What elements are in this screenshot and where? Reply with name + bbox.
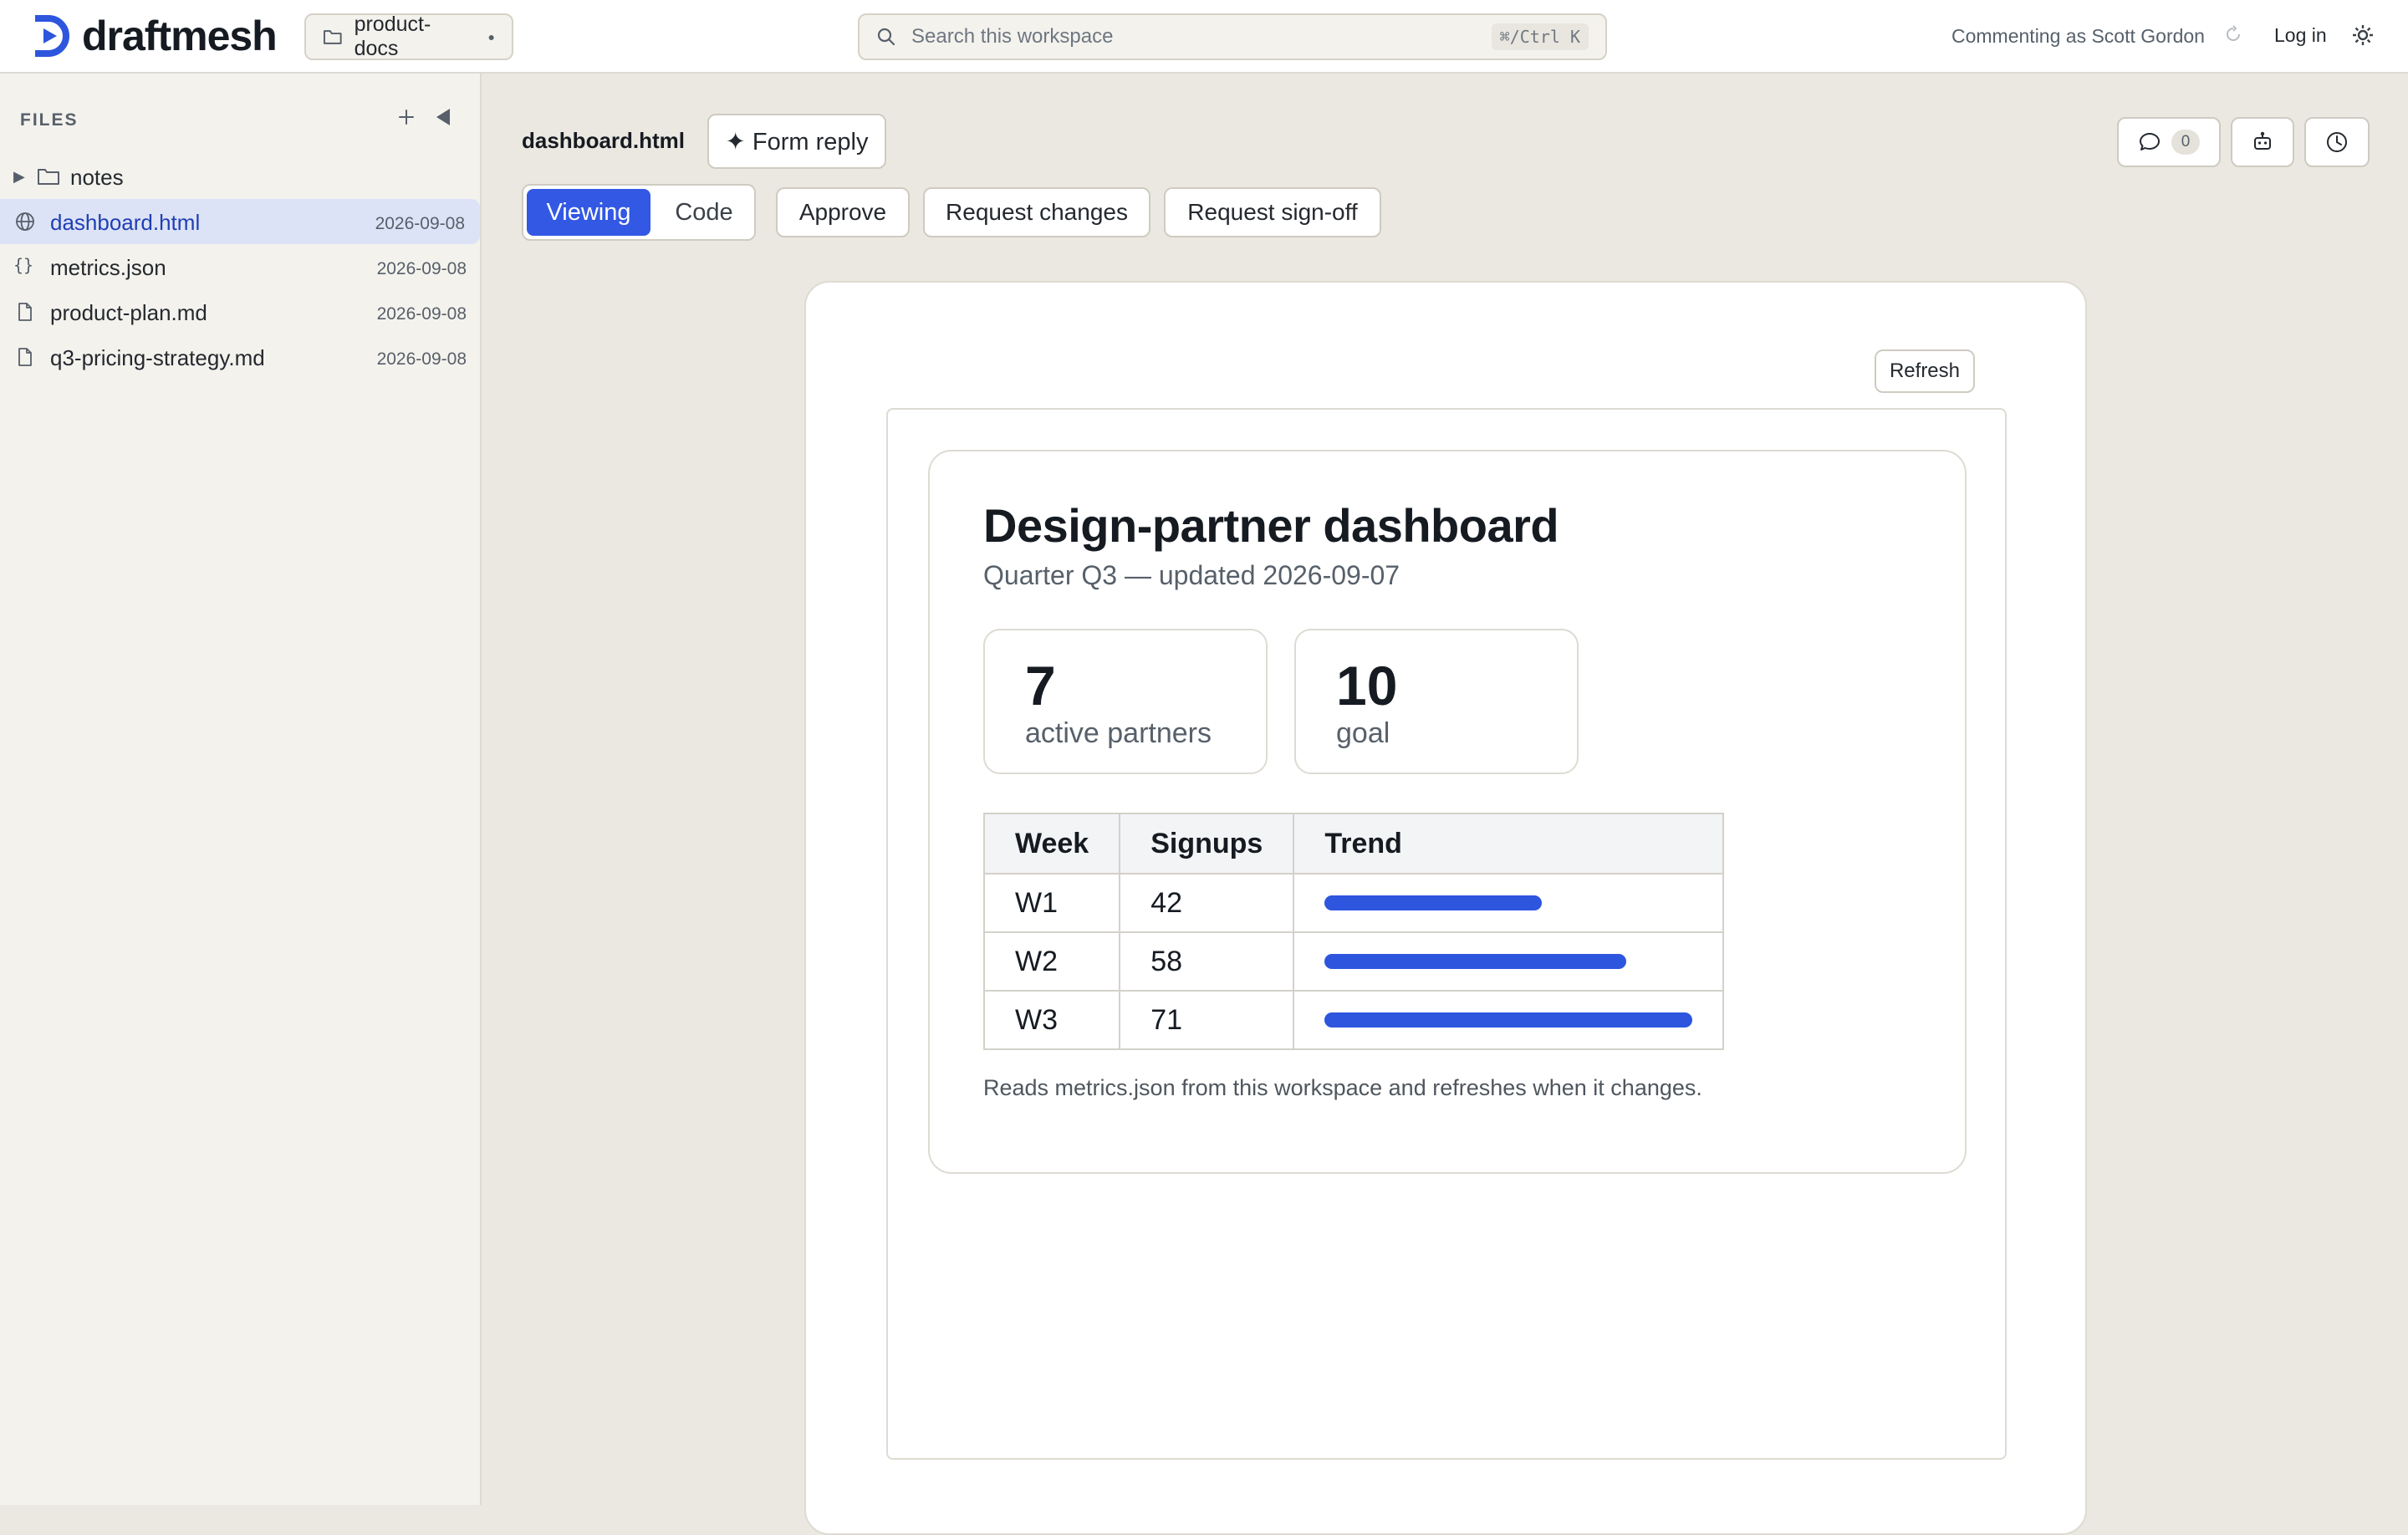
cell-signups: 71 bbox=[1119, 990, 1295, 1050]
history-button[interactable] bbox=[2304, 117, 2370, 167]
comment-count-badge: 0 bbox=[2171, 130, 2200, 155]
dashboard-subtitle: Quarter Q3 — updated 2026-09-07 bbox=[983, 560, 1400, 590]
cell-week: W3 bbox=[982, 990, 1121, 1050]
stat-value: 10 bbox=[1336, 655, 1398, 717]
request-signoff-button[interactable]: Request sign-off bbox=[1164, 187, 1381, 237]
gear-icon[interactable] bbox=[2351, 23, 2375, 47]
preview-sheet: Refresh Design-partner dashboard Quarter… bbox=[804, 281, 2087, 1535]
table-row: W3 71 bbox=[982, 990, 1725, 1050]
file-name: metrics.json bbox=[50, 255, 166, 280]
cell-week: W1 bbox=[982, 873, 1121, 933]
files-heading: FILES bbox=[20, 110, 79, 130]
expand-triangle-icon[interactable]: ▶ bbox=[13, 168, 25, 186]
file-row-q3-pricing-strategy-md[interactable]: q3-pricing-strategy.md 2026-09-08 bbox=[0, 334, 482, 380]
file-row-metrics-json[interactable]: {} metrics.json 2026-09-08 bbox=[0, 244, 482, 289]
comment-icon bbox=[2140, 133, 2160, 150]
file-icon bbox=[18, 348, 32, 366]
signups-table: Week Signups Trend W1 42 W2 58 W3 71 bbox=[982, 813, 1725, 1050]
folder-name: notes bbox=[70, 165, 124, 190]
approve-button[interactable]: Approve bbox=[776, 187, 910, 237]
viewing-tab[interactable]: Viewing bbox=[527, 189, 650, 236]
refresh-button[interactable]: Refresh bbox=[1875, 349, 1975, 393]
dashboard-card: Design-partner dashboard Quarter Q3 — up… bbox=[928, 450, 1967, 1174]
file-name: product-plan.md bbox=[50, 300, 207, 325]
workspace-selector[interactable]: product-docs ● bbox=[304, 13, 513, 60]
workspace-name: product-docs bbox=[354, 13, 431, 60]
cell-signups: 58 bbox=[1119, 931, 1295, 992]
assistant-button[interactable] bbox=[2231, 117, 2294, 167]
file-tree: ▶ notes dashboard.html 2026-09-08 {} met… bbox=[0, 154, 482, 380]
document-title: dashboard.html bbox=[522, 128, 686, 153]
folder-icon bbox=[323, 30, 342, 44]
comments-button[interactable]: 0 bbox=[2117, 117, 2221, 167]
clock-icon bbox=[2327, 132, 2347, 152]
file-date: 2026-09-08 bbox=[376, 304, 467, 324]
draftmesh-logo-icon bbox=[35, 15, 69, 57]
search-shortcut-hint: ⌘/Ctrl K bbox=[1491, 23, 1589, 50]
column-header-week: Week bbox=[982, 813, 1121, 875]
sync-spinner-icon bbox=[2227, 25, 2240, 41]
globe-icon bbox=[16, 212, 34, 231]
table-header-row: Week Signups Trend bbox=[982, 813, 1725, 875]
stat-card-active-partners: 7 active partners bbox=[983, 629, 1268, 774]
trend-bar bbox=[1324, 954, 1627, 969]
search-icon bbox=[877, 28, 895, 46]
code-tab[interactable]: Code bbox=[657, 189, 751, 236]
trend-bar bbox=[1324, 895, 1542, 910]
file-sidebar: FILES ▶ notes dashboard.html 2026-09-08 … bbox=[0, 74, 482, 1505]
cell-trend bbox=[1293, 990, 1725, 1050]
file-date: 2026-09-08 bbox=[376, 349, 467, 369]
file-row-product-plan-md[interactable]: product-plan.md 2026-09-08 bbox=[0, 289, 482, 334]
preview-frame: Design-partner dashboard Quarter Q3 — up… bbox=[886, 408, 2007, 1460]
file-icon bbox=[18, 303, 32, 321]
request-changes-button[interactable]: Request changes bbox=[923, 187, 1150, 237]
column-header-trend: Trend bbox=[1293, 813, 1725, 875]
cell-trend bbox=[1293, 873, 1725, 933]
column-header-signups: Signups bbox=[1119, 813, 1295, 875]
stat-label: active partners bbox=[1025, 717, 1212, 749]
top-bar: draftmesh product-docs ● ⌘/Ctrl K Commen… bbox=[0, 0, 2408, 74]
login-link[interactable]: Log in bbox=[2274, 24, 2327, 47]
file-row-dashboard-html[interactable]: dashboard.html 2026-09-08 bbox=[0, 199, 480, 244]
file-name: dashboard.html bbox=[50, 210, 201, 235]
form-reply-button[interactable]: ✦ Form reply bbox=[707, 114, 886, 169]
plus-icon[interactable] bbox=[393, 104, 420, 130]
stat-label: goal bbox=[1336, 717, 1390, 749]
commenting-as-label: Commenting as Scott Gordon bbox=[1951, 25, 2205, 47]
robot-icon bbox=[2254, 131, 2271, 150]
dashboard-note: Reads metrics.json from this workspace a… bbox=[983, 1075, 1702, 1100]
brand-name: draftmesh bbox=[82, 13, 278, 59]
file-name: q3-pricing-strategy.md bbox=[50, 345, 265, 370]
brand[interactable]: draftmesh bbox=[30, 12, 278, 60]
table-row: W1 42 bbox=[982, 873, 1725, 933]
file-date: 2026-09-08 bbox=[376, 259, 467, 278]
table-row: W2 58 bbox=[982, 931, 1725, 992]
stat-card-goal: 10 goal bbox=[1294, 629, 1579, 774]
view-mode-toggle: Viewing Code bbox=[522, 184, 756, 241]
collapse-sidebar-icon[interactable] bbox=[431, 105, 455, 129]
cell-week: W2 bbox=[982, 931, 1121, 992]
file-date: 2026-09-08 bbox=[375, 214, 465, 233]
cell-signups: 42 bbox=[1119, 873, 1295, 933]
folder-notes[interactable]: ▶ notes bbox=[0, 154, 482, 199]
folder-icon bbox=[38, 169, 59, 185]
cell-trend bbox=[1293, 931, 1725, 992]
chevron-down-icon: ● bbox=[487, 30, 495, 43]
search-bar[interactable]: ⌘/Ctrl K bbox=[858, 13, 1607, 60]
trend-bar bbox=[1324, 1012, 1693, 1028]
search-input[interactable] bbox=[911, 25, 1477, 48]
stat-value: 7 bbox=[1025, 655, 1056, 717]
dashboard-title: Design-partner dashboard bbox=[983, 499, 1559, 552]
braces-icon: {} bbox=[13, 255, 34, 275]
